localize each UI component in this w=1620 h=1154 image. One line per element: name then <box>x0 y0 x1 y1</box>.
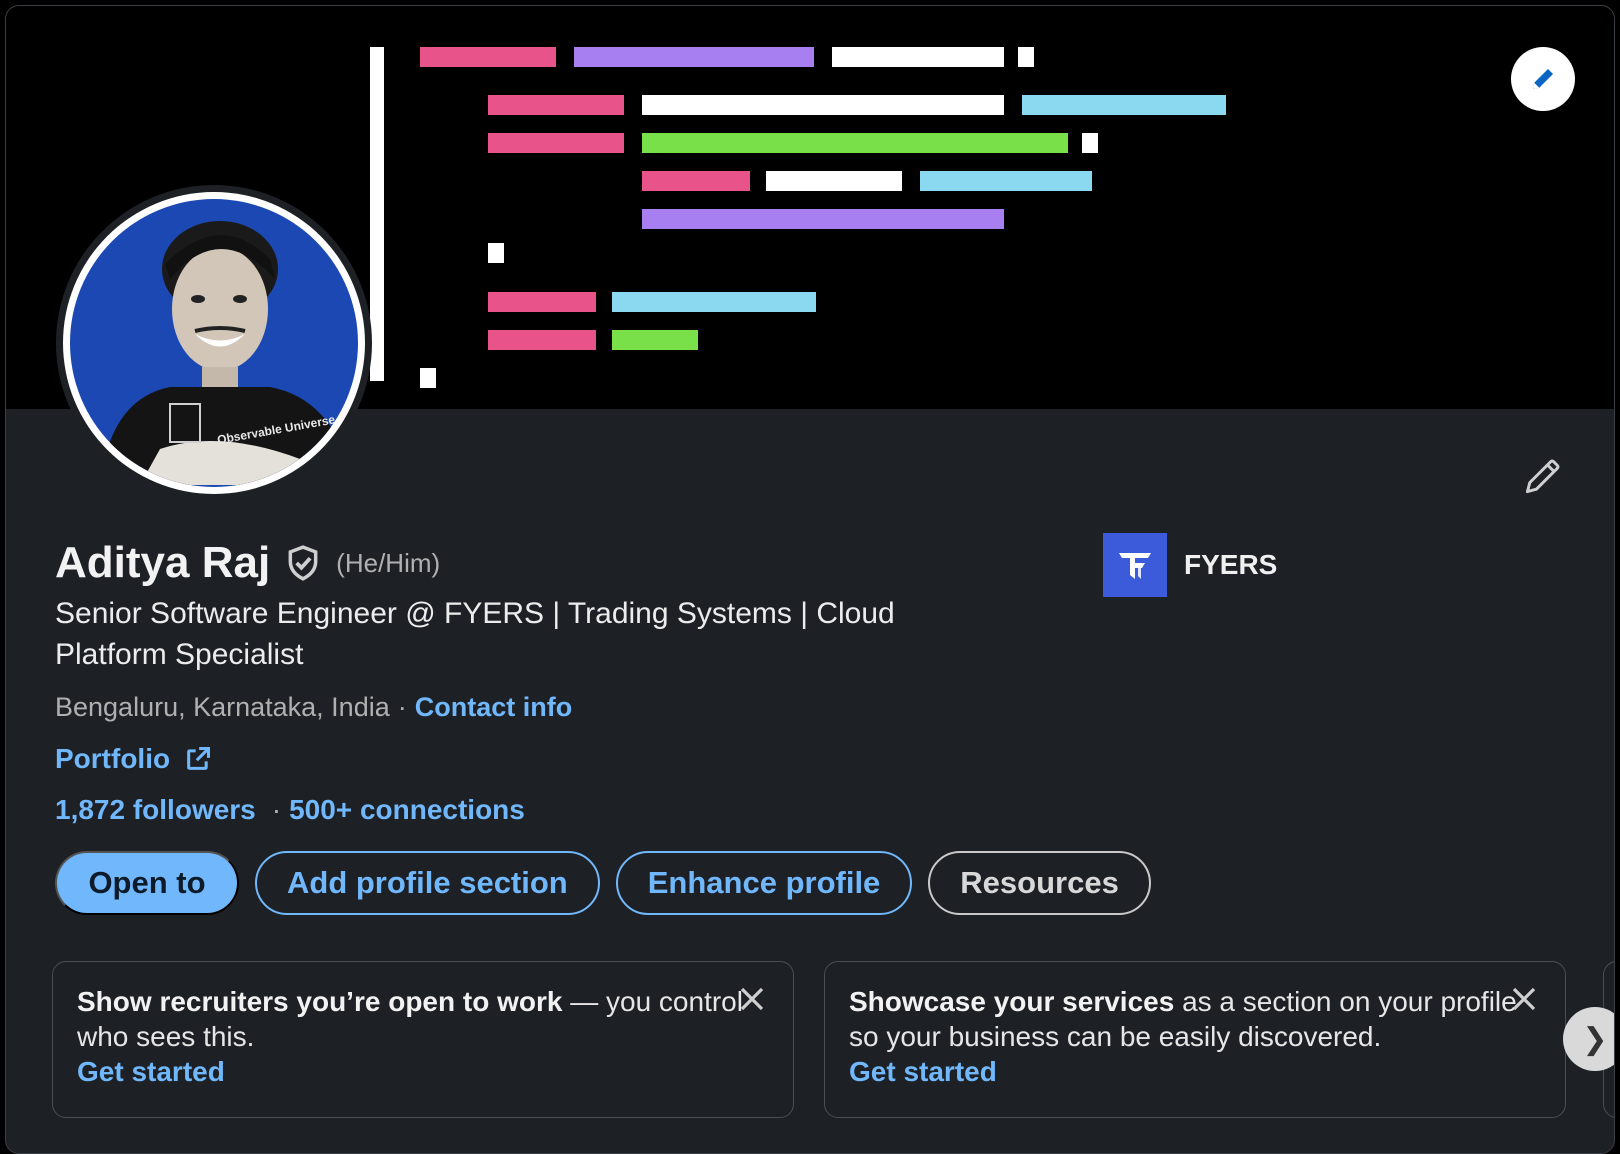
enhance-profile-button[interactable]: Enhance profile <box>615 851 913 915</box>
banner-code-line <box>612 292 816 312</box>
banner-code-line <box>574 47 814 67</box>
banner-code-line <box>642 171 750 191</box>
banner-code-line <box>370 47 384 381</box>
avatar: Observable Universe <box>70 199 358 487</box>
banner-code-line <box>642 133 1068 153</box>
name-row: Aditya Raj (He/Him) <box>55 538 440 588</box>
get-started-link[interactable]: Get started <box>77 1054 769 1089</box>
verified-shield-icon[interactable] <box>284 543 322 583</box>
external-link-icon[interactable] <box>184 745 212 773</box>
banner-code-line <box>488 133 624 153</box>
profile-name: Aditya Raj <box>55 538 271 587</box>
edit-banner-button[interactable] <box>1511 47 1575 111</box>
banner-code-line <box>420 368 436 388</box>
portfolio-link[interactable]: Portfolio <box>55 743 170 775</box>
avatar-illustration: Observable Universe <box>100 221 355 485</box>
banner-code-line <box>1082 133 1098 153</box>
showcase-services-card: Showcase your services as a section on y… <box>824 961 1566 1118</box>
company-logo-icon <box>1119 553 1151 579</box>
banner-code-line <box>642 95 1004 115</box>
resources-button[interactable]: Resources <box>928 851 1151 915</box>
current-company[interactable]: FYERS <box>1103 533 1277 597</box>
connections-link[interactable]: 500+ connections <box>289 794 525 826</box>
banner-code-line <box>832 47 1004 67</box>
get-started-link[interactable]: Get started <box>849 1054 1541 1089</box>
banner-code-line <box>488 95 624 115</box>
promo-title: Showcase your services <box>849 986 1175 1017</box>
open-to-work-card: Show recruiters you’re open to work — yo… <box>52 961 794 1118</box>
close-icon[interactable] <box>737 984 767 1014</box>
pencil-icon <box>1525 459 1560 494</box>
banner-code-line <box>488 243 504 263</box>
contact-info-link[interactable]: Contact info <box>415 692 572 723</box>
company-name: FYERS <box>1184 549 1278 580</box>
location-row: Bengaluru, Karnataka, India · Contact in… <box>55 692 572 723</box>
separator: · <box>397 692 407 722</box>
profile-location: Bengaluru, Karnataka, India <box>55 692 390 722</box>
followers-link[interactable]: 1,872 followers <box>55 794 256 826</box>
banner-code-line <box>1022 95 1226 115</box>
profile-photo-frame: Observable Universe <box>63 192 365 494</box>
fyers-logo <box>1103 533 1167 597</box>
profile-photo[interactable]: Observable Universe <box>56 185 372 501</box>
add-profile-section-button[interactable]: Add profile section <box>255 851 600 915</box>
banner-code-line <box>766 171 902 191</box>
banner-code-line <box>420 47 556 67</box>
profile-actions: Open to Add profile section Enhance prof… <box>55 851 1167 915</box>
pronouns: (He/Him) <box>336 547 441 578</box>
edit-intro-button[interactable] <box>1521 454 1571 504</box>
pencil-icon <box>1533 69 1553 89</box>
promo-title: Show recruiters you’re open to work <box>77 986 563 1017</box>
portfolio-row: Portfolio <box>55 743 212 775</box>
network-stats: 1,872 followers · 500+ connections <box>55 794 525 826</box>
banner-code-line <box>642 209 1004 229</box>
banner-code-line <box>488 330 596 350</box>
banner-code-line <box>488 292 596 312</box>
profile-card: Observable Universe Aditya Raj (He/Him) … <box>5 5 1615 1154</box>
banner-code-line <box>920 171 1092 191</box>
open-to-button[interactable]: Open to <box>55 851 239 915</box>
banner-code-line <box>1018 47 1034 67</box>
separator: · <box>271 794 282 825</box>
banner-code-line <box>612 330 698 350</box>
close-icon[interactable] <box>1509 984 1539 1014</box>
carousel-next-button[interactable]: ❯ <box>1563 1007 1614 1071</box>
profile-headline: Senior Software Engineer @ FYERS | Tradi… <box>55 597 895 671</box>
